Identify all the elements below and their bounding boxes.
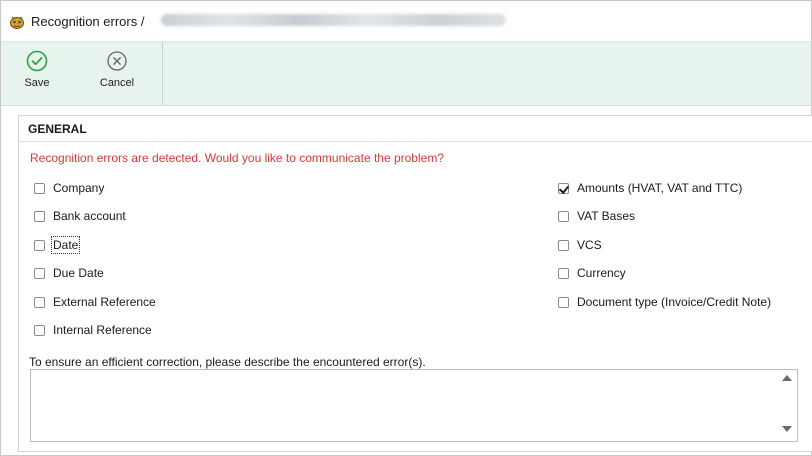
toolbar: Save Cancel — [1, 42, 811, 106]
description-textarea[interactable] — [30, 369, 798, 442]
checkbox-box[interactable] — [34, 267, 45, 279]
scroll-down-arrow-icon[interactable] — [780, 422, 794, 436]
checkbox-box[interactable] — [34, 182, 45, 194]
checkbox-label: VCS — [577, 238, 602, 252]
checkbox-box-checked[interactable] — [558, 182, 569, 194]
checkbox-external-reference[interactable]: External Reference — [34, 294, 156, 310]
checkbox-label: Date — [50, 236, 81, 254]
checkbox-company[interactable]: Company — [34, 180, 104, 196]
cancel-button[interactable]: Cancel — [91, 50, 143, 100]
checkbox-label: External Reference — [53, 295, 156, 309]
cancel-label: Cancel — [99, 77, 135, 89]
section-title: GENERAL — [28, 122, 87, 136]
app-bug-icon — [8, 14, 26, 30]
checkbox-box[interactable] — [34, 324, 45, 336]
title-bar: Recognition errors / — [1, 1, 811, 42]
warning-message: Recognition errors are detected. Would y… — [30, 151, 444, 165]
scroll-up-arrow-icon[interactable] — [780, 372, 794, 386]
save-button[interactable]: Save — [11, 50, 63, 100]
checkbox-box[interactable] — [34, 296, 45, 308]
x-circle-icon — [91, 50, 143, 72]
checkbox-currency[interactable]: Currency — [558, 265, 626, 281]
checkbox-vat-bases[interactable]: VAT Bases — [558, 208, 635, 224]
checkbox-label: Currency — [577, 266, 626, 280]
check-circle-icon — [11, 50, 63, 72]
checkbox-box[interactable] — [558, 210, 569, 222]
save-label: Save — [24, 77, 50, 89]
checkbox-document-type[interactable]: Document type (Invoice/Credit Note) — [558, 294, 771, 310]
general-panel: GENERAL Recognition errors are detected.… — [18, 115, 812, 452]
toolbar-separator — [162, 42, 163, 105]
recognition-errors-dialog: Recognition errors / Save Cancel GENERAL… — [0, 0, 812, 456]
checkbox-box[interactable] — [558, 267, 569, 279]
description-label: To ensure an efficient correction, pleas… — [29, 355, 426, 369]
checkbox-box[interactable] — [558, 296, 569, 308]
checkbox-date[interactable]: Date — [34, 236, 81, 254]
section-divider — [19, 141, 812, 142]
checkbox-label: Bank account — [53, 209, 126, 223]
checkbox-due-date[interactable]: Due Date — [34, 265, 104, 281]
window-title: Recognition errors / — [31, 14, 145, 29]
checkbox-box[interactable] — [34, 239, 45, 251]
checkbox-box[interactable] — [34, 210, 45, 222]
checkbox-internal-reference[interactable]: Internal Reference — [34, 322, 152, 338]
checkbox-label: Document type (Invoice/Credit Note) — [577, 295, 772, 309]
checkbox-label: VAT Bases — [577, 209, 636, 223]
checkbox-label: Company — [53, 181, 105, 195]
checkbox-amounts[interactable]: Amounts (HVAT, VAT and TTC) — [558, 180, 742, 196]
checkbox-vcs[interactable]: VCS — [558, 237, 602, 253]
checkbox-label: Due Date — [53, 266, 104, 280]
checkbox-label: Internal Reference — [53, 323, 152, 337]
checkbox-box[interactable] — [558, 239, 569, 251]
redacted-title-path — [161, 14, 506, 26]
checkbox-bank-account[interactable]: Bank account — [34, 208, 126, 224]
checkbox-label: Amounts (HVAT, VAT and TTC) — [577, 181, 743, 195]
